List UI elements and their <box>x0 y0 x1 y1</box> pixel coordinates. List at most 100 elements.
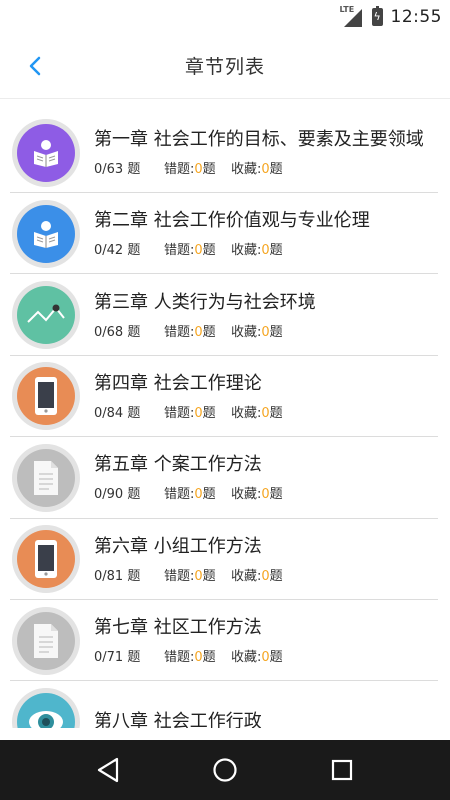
chapter-row[interactable]: 第三章 人类行为与社会环境 0/68 题错题:0题 收藏:0题 <box>0 274 450 357</box>
chapter-row[interactable]: 第六章 小组工作方法 0/81 题错题:0题 收藏:0题 <box>0 519 450 601</box>
fav-unit: 题 <box>269 405 283 421</box>
chapter-icon-ring <box>12 362 80 431</box>
progress-count: 0/63 题 <box>94 162 141 177</box>
progress-count: 0/68 题 <box>94 324 141 340</box>
fav-unit: 题 <box>269 162 283 177</box>
favorite-count: 收藏:0题 <box>231 158 283 177</box>
chapter-info: 第八章 社会工作行政 <box>94 710 450 728</box>
chapter-info: 第七章 社区工作方法 0/71 题错题:0题 收藏:0题 <box>94 616 450 665</box>
favorite-count: 收藏:0题 <box>231 565 283 584</box>
lte-signal-icon: LTE <box>340 5 364 27</box>
fav-value: 0 <box>261 568 270 584</box>
circle-home-icon <box>213 758 237 782</box>
nav-home-button[interactable] <box>205 750 245 790</box>
phone-icon <box>17 367 75 426</box>
fav-label: 收藏: <box>231 324 262 340</box>
fav-unit: 题 <box>269 568 283 584</box>
wrong-label: 错题: <box>164 650 195 666</box>
chapter-title: 第三章 人类行为与社会环境 <box>94 291 316 313</box>
chevron-left-icon <box>29 56 41 76</box>
wrong-unit: 题 <box>202 650 216 666</box>
chapter-row[interactable]: 第四章 社会工作理论 0/84 题错题:0题 收藏:0题 <box>0 356 450 438</box>
fav-value: 0 <box>261 243 270 259</box>
chapter-title: 第八章 社会工作行政 <box>94 711 262 728</box>
wrong-unit: 题 <box>202 324 216 340</box>
fav-unit: 题 <box>269 243 283 259</box>
chapter-info: 第三章 人类行为与社会环境 0/68 题错题:0题 收藏:0题 <box>94 291 450 340</box>
fav-value: 0 <box>261 650 270 666</box>
document-icon <box>17 448 75 507</box>
progress-count: 0/90 题 <box>94 487 141 503</box>
fav-unit: 题 <box>269 487 283 503</box>
chapter-row[interactable]: 第七章 社区工作方法 0/71 题错题:0题 收藏:0题 <box>0 600 450 682</box>
wrong-label: 错题: <box>164 243 195 259</box>
chapter-icon-ring <box>12 525 80 594</box>
favorite-count: 收藏:0题 <box>231 239 283 258</box>
wrong-label: 错题: <box>164 324 195 340</box>
wrong-value: 0 <box>194 487 203 503</box>
reading-person-icon <box>17 204 75 263</box>
fav-unit: 题 <box>269 324 283 340</box>
triangle-back-icon <box>98 757 119 783</box>
wrong-unit: 题 <box>202 568 216 584</box>
chapter-stats: 0/90 题错题:0题 收藏:0题 <box>94 483 440 502</box>
chapter-info: 第二章 社会工作价值观与专业伦理 0/42 题错题:0题 收藏:0题 <box>94 209 450 258</box>
fav-unit: 题 <box>269 650 283 666</box>
favorite-count: 收藏:0题 <box>231 483 283 502</box>
eye-icon <box>17 693 75 728</box>
wrong-unit: 题 <box>202 405 216 421</box>
progress-count: 0/71 题 <box>94 650 141 666</box>
fav-value: 0 <box>261 487 270 503</box>
status-bar: LTE ϟ 12:55 <box>0 0 450 33</box>
chapter-icon-ring <box>12 688 80 728</box>
chapter-icon-ring <box>12 443 80 512</box>
progress-count: 0/42 题 <box>94 243 141 259</box>
progress-count: 0/84 题 <box>94 405 141 421</box>
line-chart-icon <box>17 286 75 345</box>
wrong-value: 0 <box>194 162 203 177</box>
fav-label: 收藏: <box>231 568 262 584</box>
wrong-label: 错题: <box>164 568 195 584</box>
wrong-unit: 题 <box>202 487 216 503</box>
wrong-value: 0 <box>194 324 203 340</box>
chapter-row[interactable]: 第八章 社会工作行政 <box>0 681 450 728</box>
page-title: 章节列表 <box>184 56 265 78</box>
chapter-stats: 0/71 题错题:0题 收藏:0题 <box>94 646 440 665</box>
chapter-row[interactable]: 第一章 社会工作的目标、要素及主要领域 0/63 题错题:0题 收藏:0题 <box>0 112 450 193</box>
wrong-value: 0 <box>194 405 203 421</box>
chapter-row[interactable]: 第二章 社会工作价值观与专业伦理 0/42 题错题:0题 收藏:0题 <box>0 193 450 275</box>
chapter-stats: 0/81 题错题:0题 收藏:0题 <box>94 565 440 584</box>
nav-back-button[interactable] <box>88 750 128 790</box>
chapter-icon-ring <box>12 281 80 350</box>
nav-recents-button[interactable] <box>322 750 362 790</box>
chapter-title: 第二章 社会工作价值观与专业伦理 <box>94 210 370 232</box>
chapter-stats: 0/84 题错题:0题 收藏:0题 <box>94 402 440 421</box>
favorite-count: 收藏:0题 <box>231 646 283 665</box>
reading-person-icon <box>17 123 75 182</box>
chapter-title: 第一章 社会工作的目标、要素及主要领域 <box>94 129 424 150</box>
favorite-count: 收藏:0题 <box>231 402 283 421</box>
square-recents-icon <box>331 759 352 781</box>
wrong-count: 错题:0题 <box>164 565 231 584</box>
wrong-label: 错题: <box>164 162 195 177</box>
chapter-icon-ring <box>12 118 80 187</box>
chapter-icon-ring <box>12 606 80 675</box>
wrong-value: 0 <box>194 568 203 584</box>
status-time: 12:55 <box>390 6 442 27</box>
fav-label: 收藏: <box>231 405 262 421</box>
chapter-title: 第六章 小组工作方法 <box>94 535 262 557</box>
chapter-icon-ring <box>12 199 80 268</box>
fav-label: 收藏: <box>231 487 262 503</box>
wrong-count: 错题:0题 <box>164 402 231 421</box>
battery-icon: ϟ <box>371 5 383 26</box>
wrong-value: 0 <box>194 650 203 666</box>
fav-value: 0 <box>261 162 270 177</box>
wrong-value: 0 <box>194 243 203 259</box>
chapter-info: 第六章 小组工作方法 0/81 题错题:0题 收藏:0题 <box>94 535 450 584</box>
chapter-stats: 0/42 题错题:0题 收藏:0题 <box>94 239 440 258</box>
chapter-row[interactable]: 第五章 个案工作方法 0/90 题错题:0题 收藏:0题 <box>0 437 450 519</box>
back-button[interactable] <box>20 51 50 81</box>
chapter-title: 第七章 社区工作方法 <box>94 617 262 639</box>
fav-value: 0 <box>261 405 270 421</box>
wrong-count: 错题:0题 <box>164 158 231 177</box>
